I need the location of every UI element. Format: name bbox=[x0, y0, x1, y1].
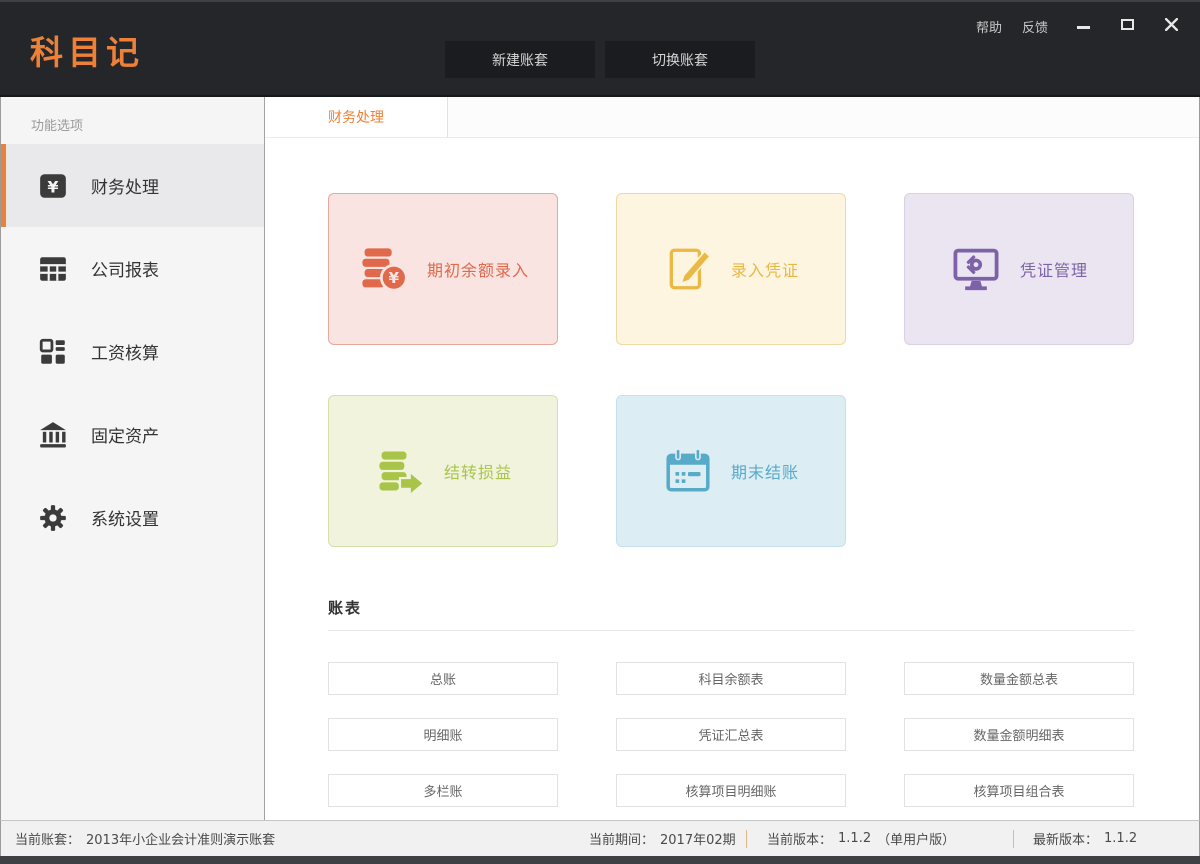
version-label: 当前版本： bbox=[767, 829, 832, 848]
card-initial-balance-entry[interactable]: ¥ 期初余额录入 bbox=[328, 193, 558, 345]
status-bar: 当前账套： 2013年小企业会计准则演示账套 当前期间： 2017年02期 当前… bbox=[0, 820, 1200, 856]
sidebar-item-label: 财务处理 bbox=[91, 173, 159, 198]
card-label: 期末结账 bbox=[731, 459, 799, 483]
window-controls bbox=[1076, 14, 1178, 34]
sidebar-item-label: 系统设置 bbox=[91, 505, 159, 530]
switch-account-set-button[interactable]: 切换账套 bbox=[605, 41, 755, 78]
latest-version-label: 最新版本： bbox=[1033, 829, 1098, 848]
version-value: 1.1.2 bbox=[838, 831, 871, 846]
status-divider bbox=[746, 830, 747, 848]
maximize-icon[interactable] bbox=[1120, 17, 1134, 31]
reports-grid: 总账 科目余额表 数量金额总表 明细账 凭证汇总表 数量金额明细表 多栏账 核算… bbox=[328, 662, 1134, 807]
yuan-icon: ¥ bbox=[38, 171, 68, 201]
app-window: 科目记 新建账套 切换账套 帮助 反馈 功能选项 bbox=[0, 0, 1200, 864]
svg-text:¥: ¥ bbox=[47, 177, 58, 196]
report-btn-auxiliary-detail[interactable]: 核算项目明细账 bbox=[616, 774, 846, 807]
current-version: 当前版本： 1.1.2 （单用户版） bbox=[767, 821, 955, 856]
sidebar-item-payroll[interactable]: 工资核算 bbox=[1, 310, 264, 393]
card-label: 结转损益 bbox=[444, 459, 512, 483]
sidebar-item-label: 工资核算 bbox=[91, 339, 159, 364]
sidebar: 功能选项 ¥ 财务处理 bbox=[1, 97, 265, 820]
report-btn-quantity-amount-detail[interactable]: 数量金额明细表 bbox=[904, 718, 1134, 751]
sidebar-item-system-settings[interactable]: 系统设置 bbox=[1, 476, 264, 559]
content: ¥ 期初余额录入 录入凭证 bbox=[265, 138, 1199, 820]
current-account-set: 当前账套： 2013年小企业会计准则演示账套 bbox=[15, 821, 275, 856]
report-btn-multi-column-ledger[interactable]: 多栏账 bbox=[328, 774, 558, 807]
reports-title: 账表 bbox=[328, 597, 1134, 618]
period-label: 当前期间： bbox=[589, 829, 654, 848]
body: 功能选项 ¥ 财务处理 bbox=[0, 97, 1200, 820]
new-account-set-button[interactable]: 新建账套 bbox=[445, 41, 595, 78]
sidebar-items: ¥ 财务处理 公司报 bbox=[1, 144, 264, 559]
minimize-icon[interactable] bbox=[1076, 17, 1090, 31]
card-voucher-management[interactable]: 凭证管理 bbox=[904, 193, 1134, 345]
card-label: 凭证管理 bbox=[1020, 257, 1088, 281]
latest-version-value: 1.1.2 bbox=[1104, 831, 1137, 846]
cards-row-2: 结转损益 bbox=[328, 395, 1199, 547]
feedback-link[interactable]: 反馈 bbox=[1022, 17, 1048, 36]
app-logo: 科目记 bbox=[30, 26, 144, 74]
card-carry-forward-profit-loss[interactable]: 结转损益 bbox=[328, 395, 558, 547]
report-table-icon bbox=[38, 254, 68, 284]
sidebar-item-company-reports[interactable]: 公司报表 bbox=[1, 227, 264, 310]
current-period: 当前期间： 2017年02期 bbox=[589, 821, 736, 856]
edit-doc-icon bbox=[663, 244, 713, 294]
report-btn-voucher-summary[interactable]: 凭证汇总表 bbox=[616, 718, 846, 751]
bank-icon bbox=[38, 420, 68, 450]
latest-version: 最新版本： 1.1.2 bbox=[1033, 821, 1137, 856]
period-value: 2017年02期 bbox=[660, 829, 736, 848]
report-btn-quantity-amount-summary[interactable]: 数量金额总表 bbox=[904, 662, 1134, 695]
main-area: 财务处理 bbox=[265, 97, 1199, 820]
account-set-label: 当前账套： bbox=[15, 829, 80, 848]
report-btn-detail-ledger[interactable]: 明细账 bbox=[328, 718, 558, 751]
coins-yuan-icon: ¥ bbox=[357, 243, 409, 295]
window-bottom-border bbox=[0, 856, 1200, 864]
svg-text:¥: ¥ bbox=[389, 269, 400, 287]
report-btn-general-ledger[interactable]: 总账 bbox=[328, 662, 558, 695]
gear-icon bbox=[38, 503, 68, 533]
card-label: 录入凭证 bbox=[731, 257, 799, 281]
tab-finance[interactable]: 财务处理 bbox=[265, 97, 448, 137]
report-btn-auxiliary-combination[interactable]: 核算项目组合表 bbox=[904, 774, 1134, 807]
sidebar-item-finance[interactable]: ¥ 财务处理 bbox=[1, 144, 264, 227]
header-actions: 新建账套 切换账套 bbox=[445, 41, 755, 78]
sidebar-title: 功能选项 bbox=[1, 97, 264, 134]
card-period-end-closing[interactable]: 期末结账 bbox=[616, 395, 846, 547]
sidebar-item-fixed-assets[interactable]: 固定资产 bbox=[1, 393, 264, 476]
sidebar-item-label: 公司报表 bbox=[91, 256, 159, 281]
card-label: 期初余额录入 bbox=[427, 257, 529, 281]
help-link[interactable]: 帮助 bbox=[976, 17, 1002, 36]
card-enter-voucher[interactable]: 录入凭证 bbox=[616, 193, 846, 345]
header-links: 帮助 反馈 bbox=[976, 17, 1048, 36]
account-set-value: 2013年小企业会计准则演示账套 bbox=[86, 829, 275, 848]
coins-arrow-icon bbox=[374, 445, 426, 497]
status-divider bbox=[1013, 830, 1014, 848]
reports-section: 账表 总账 科目余额表 数量金额总表 明细账 凭证汇总表 数量金额明细表 多栏账… bbox=[328, 597, 1134, 807]
calendar-icon bbox=[663, 446, 713, 496]
header: 科目记 新建账套 切换账套 帮助 反馈 bbox=[0, 0, 1200, 97]
tab-bar: 财务处理 bbox=[265, 97, 1199, 138]
monitor-gear-icon bbox=[950, 243, 1002, 295]
sidebar-item-label: 固定资产 bbox=[91, 422, 159, 447]
close-icon[interactable] bbox=[1164, 17, 1178, 31]
reports-divider bbox=[328, 630, 1134, 631]
payroll-grid-icon bbox=[38, 337, 68, 367]
version-note: （单用户版） bbox=[877, 829, 955, 848]
cards-row-1: ¥ 期初余额录入 录入凭证 bbox=[328, 193, 1199, 345]
report-btn-subject-balance[interactable]: 科目余额表 bbox=[616, 662, 846, 695]
